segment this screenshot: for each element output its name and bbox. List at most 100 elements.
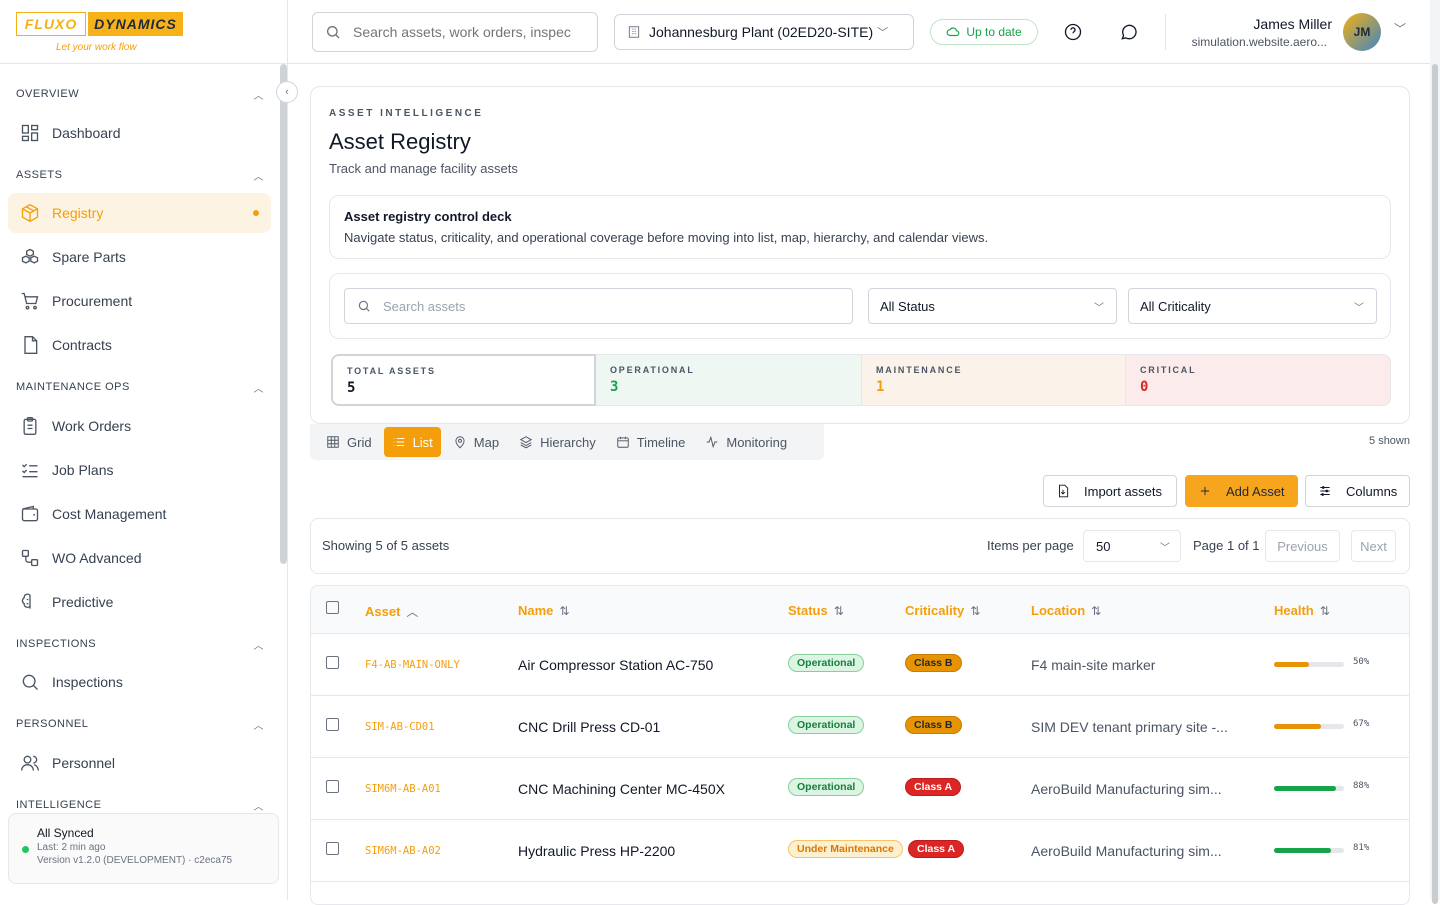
tab-map[interactable]: Map — [445, 427, 507, 457]
tab-monitoring[interactable]: Monitoring — [697, 427, 795, 457]
section-personnel[interactable]: PERSONNEL ︿ — [16, 718, 264, 732]
sync-status-badge[interactable]: Up to date — [930, 19, 1038, 45]
tab-grid[interactable]: Grid — [318, 427, 380, 457]
sidebar-item-procurement[interactable]: Procurement — [8, 281, 271, 321]
stat-maintenance[interactable]: MAINTENANCE 1 — [861, 354, 1126, 406]
showing-count: Showing 5 of 5 assets — [322, 538, 450, 553]
column-label: Asset — [365, 604, 401, 619]
sidebar-item-contracts[interactable]: Contracts — [8, 325, 271, 365]
sidebar-item-wo-advanced[interactable]: WO Advanced — [8, 538, 271, 578]
chevron-up-icon: ︿ — [253, 172, 264, 183]
chevron-up-icon: ︿ — [253, 802, 264, 813]
section-inspections[interactable]: INSPECTIONS ︿ — [16, 638, 264, 652]
criticality-filter-select[interactable]: All Criticality ﹀ — [1128, 288, 1377, 324]
avatar[interactable]: JM — [1343, 13, 1381, 51]
asset-id-link[interactable]: SIM6M-AB-A02 — [365, 845, 441, 857]
column-header-criticality[interactable]: Criticality ⇅ — [905, 603, 980, 618]
health-bar-fill — [1274, 786, 1336, 791]
asset-id-link[interactable]: F4-AB-MAIN-ONLY — [365, 659, 460, 671]
next-page-button[interactable]: Next — [1351, 530, 1396, 562]
user-name[interactable]: James Miller — [1253, 16, 1332, 32]
columns-label: Columns — [1346, 483, 1398, 499]
sidebar-item-label: Procurement — [52, 293, 133, 309]
global-search-input[interactable] — [353, 24, 585, 40]
stat-operational[interactable]: OPERATIONAL 3 — [596, 354, 861, 406]
sidebar-item-label: Cost Management — [52, 506, 167, 522]
help-icon[interactable] — [1063, 22, 1083, 42]
section-label: INTELLIGENCE — [16, 799, 102, 811]
sidebar-item-inspections[interactable]: Inspections — [8, 662, 271, 702]
per-page-select[interactable]: 50 ﹀ — [1083, 530, 1181, 562]
asset-location: SIM DEV tenant primary site -... — [1031, 719, 1228, 735]
column-header-status[interactable]: Status ⇅ — [788, 603, 844, 618]
sort-asc-icon: ︿ — [406, 605, 419, 619]
sidebar-item-cost-management[interactable]: Cost Management — [8, 494, 271, 534]
table-row[interactable]: SIM6M-AB-A01 CNC Machining Center MC-450… — [311, 758, 1409, 820]
previous-page-button[interactable]: Previous — [1265, 530, 1340, 562]
asset-location: AeroBuild Manufacturing sim... — [1031, 843, 1222, 859]
tab-label: Grid — [347, 434, 372, 450]
sidebar-item-dashboard[interactable]: Dashboard — [8, 113, 271, 153]
per-page-label: Items per page — [987, 538, 1074, 553]
column-header-location[interactable]: Location ⇅ — [1031, 603, 1101, 618]
sidebar-scrollbar[interactable] — [280, 64, 287, 564]
table-row[interactable]: SIM6M-AB-A02 Hydraulic Press HP-2200 Und… — [311, 820, 1409, 882]
select-all-checkbox[interactable] — [326, 601, 339, 614]
table-row[interactable]: SIM-AB-CD01 CNC Drill Press CD-01 Operat… — [311, 696, 1409, 758]
stat-critical[interactable]: CRITICAL 0 — [1126, 354, 1391, 406]
tab-list[interactable]: List — [383, 427, 441, 457]
chat-icon[interactable] — [1119, 22, 1139, 42]
logo-part2: DYNAMICS — [88, 12, 183, 36]
sidebar-item-label: Job Plans — [52, 462, 114, 478]
section-overview[interactable]: OVERVIEW ︿ — [16, 88, 264, 102]
collapse-sidebar-button[interactable]: ‹ — [276, 81, 298, 103]
add-asset-label: Add Asset — [1226, 483, 1285, 499]
sidebar-item-registry[interactable]: Registry — [8, 193, 271, 233]
import-assets-button[interactable]: Import assets — [1043, 475, 1177, 507]
logo-part1: FLUXO — [16, 12, 86, 36]
health-percent: 50% — [1353, 657, 1370, 667]
sidebar-item-spare-parts[interactable]: Spare Parts — [8, 237, 271, 277]
row-checkbox[interactable] — [326, 842, 339, 855]
page-scrollbar-thumb[interactable] — [1432, 64, 1438, 904]
column-header-health[interactable]: Health ⇅ — [1274, 603, 1330, 618]
sidebar-item-predictive[interactable]: Predictive — [8, 582, 271, 622]
chevron-down-icon[interactable]: ﹀ — [1394, 20, 1406, 37]
row-checkbox[interactable] — [326, 718, 339, 731]
tab-timeline[interactable]: Timeline — [608, 427, 694, 457]
column-header-name[interactable]: Name ⇅ — [518, 603, 569, 618]
column-label: Name — [518, 603, 554, 618]
section-maintenance-ops[interactable]: MAINTENANCE OPS ︿ — [16, 381, 264, 395]
status-filter-select[interactable]: All Status ﹀ — [868, 288, 1117, 324]
add-asset-button[interactable]: Add Asset — [1185, 475, 1298, 507]
user-email: simulation.website.aero... — [1191, 35, 1327, 49]
columns-button[interactable]: Columns — [1305, 475, 1410, 507]
global-search[interactable] — [312, 12, 598, 52]
filters-bar: Search assets All Status ﹀ All Criticalit… — [329, 273, 1391, 339]
sidebar-item-label: Registry — [52, 205, 104, 221]
tab-label: Map — [473, 434, 500, 450]
stat-total-assets[interactable]: TOTAL ASSETS 5 — [331, 354, 596, 406]
row-checkbox[interactable] — [326, 656, 339, 669]
dashboard-icon — [21, 124, 39, 142]
chevron-up-icon: ︿ — [253, 641, 264, 652]
column-header-asset[interactable]: Asset ︿ — [365, 603, 418, 620]
asset-name: CNC Drill Press CD-01 — [518, 719, 661, 735]
sidebar-item-job-plans[interactable]: Job Plans — [8, 450, 271, 490]
table-row[interactable]: F4-AB-MAIN-ONLY Air Compressor Station A… — [311, 634, 1409, 696]
sidebar-item-personnel[interactable]: Personnel — [8, 743, 271, 783]
site-selector[interactable]: Johannesburg Plant (02ED20-SITE) ﹀ — [614, 14, 914, 50]
page-scrollbar[interactable] — [1430, 0, 1440, 904]
health-bar-fill — [1274, 848, 1331, 853]
section-assets[interactable]: ASSETS ︿ — [16, 169, 264, 183]
row-checkbox[interactable] — [326, 780, 339, 793]
sync-status-panel: All Synced Last: 2 min ago Version v1.2.… — [8, 813, 279, 884]
section-intelligence[interactable]: INTELLIGENCE ︿ — [16, 799, 264, 813]
logo[interactable]: FLUXO DYNAMICS Let your work flow — [0, 0, 287, 64]
tab-hierarchy[interactable]: Hierarchy — [511, 427, 604, 457]
asset-id-link[interactable]: SIM-AB-CD01 — [365, 721, 435, 733]
asset-id-link[interactable]: SIM6M-AB-A01 — [365, 783, 441, 795]
building-icon — [628, 26, 640, 38]
asset-search-input[interactable]: Search assets — [344, 288, 853, 324]
sidebar-item-work-orders[interactable]: Work Orders — [8, 406, 271, 446]
